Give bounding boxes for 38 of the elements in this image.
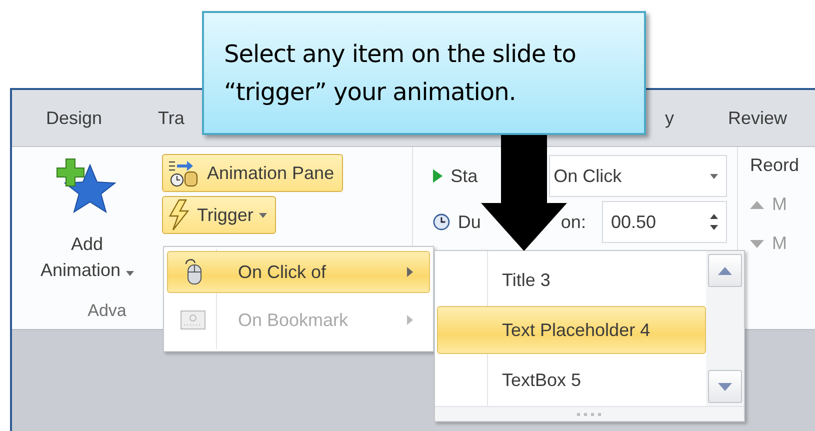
move-earlier-label: M [772,194,787,215]
caret-icon [259,212,268,218]
play-icon [433,169,443,183]
spinner-icon [710,214,718,230]
lightning-icon [167,199,191,231]
down-triangle-icon [750,240,764,248]
menu-item[interactable]: On Click of [167,251,430,293]
ribbon-tab[interactable]: Design [46,102,102,134]
start-label: Sta [450,166,478,186]
menu-item[interactable]: Title 3 [437,256,706,304]
clock-icon [433,213,450,231]
menu-item[interactable]: Text Placeholder 4 [437,306,706,354]
menu-item[interactable]: TextBox 5 [437,356,706,404]
scroll-down-button[interactable] [708,370,742,403]
ribbon-tab[interactable]: Tra [158,102,184,134]
up-triangle-icon [718,266,732,274]
duration-field[interactable]: 00.50 [602,201,727,243]
submenu-arrow-icon [407,267,413,277]
trigger-button[interactable]: Trigger [162,196,276,234]
move-later-label: M [772,233,787,254]
callout-text: Select any item on the slide to “trigger” your animation. [224,40,576,106]
up-triangle-icon [750,200,764,208]
group-label: Adva [88,301,126,321]
resize-grip-icon [576,412,602,416]
submenu-arrow-icon [407,315,413,325]
caret-icon [710,174,718,178]
start-dropdown[interactable]: On Click [548,155,727,197]
ribbon-tab[interactable]: Review [728,102,787,134]
add-animation-button[interactable]: Add Animation [40,231,134,283]
reorder-label: Reord [750,155,800,176]
duration-label: Du [458,212,481,232]
scroll-up-button[interactable] [708,254,742,287]
duration-label: on: [560,212,586,232]
down-triangle-icon [718,382,732,390]
ribbon-tab[interactable]: y [664,102,674,134]
caret-icon [126,271,134,276]
bookmark-icon [180,309,206,331]
animation-pane-button[interactable]: Animation Pane [162,154,344,192]
